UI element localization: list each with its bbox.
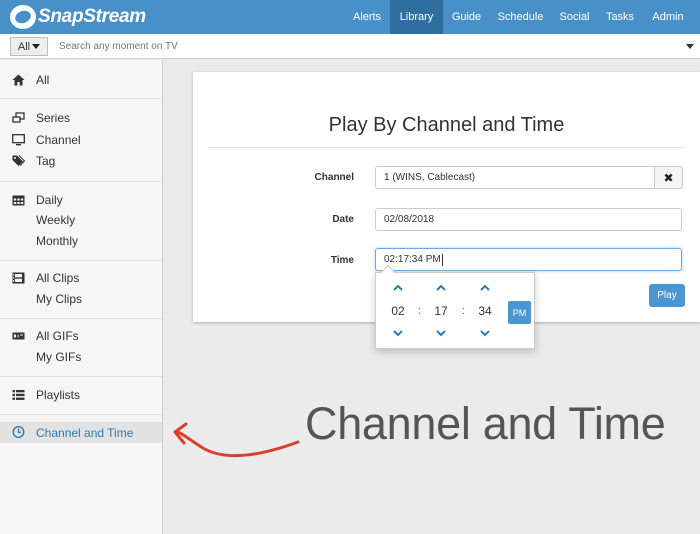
sidebar-item-my-clips[interactable]: My Clips	[0, 289, 162, 308]
hour-value[interactable]: 02	[386, 304, 410, 318]
sidebar-item-channel[interactable]: Channel	[0, 130, 162, 149]
chevron-down-icon	[32, 44, 41, 49]
date-input[interactable]: 02/08/2018	[375, 208, 682, 231]
search-dropdown-caret-icon[interactable]	[686, 44, 694, 49]
top-navbar: SnapStream Alerts Library Guide Schedule…	[0, 0, 700, 34]
nav-alerts[interactable]: Alerts	[346, 0, 388, 34]
sidebar-item-label: All GIFs	[36, 328, 79, 343]
channel-select[interactable]: 1 (WINS, Cablecast)	[375, 166, 655, 189]
sidebar-item-monthly[interactable]: Monthly	[0, 231, 162, 250]
date-label: Date	[332, 214, 354, 225]
sidebar-divider	[0, 376, 162, 377]
gif-icon	[12, 332, 25, 340]
tags-icon	[12, 155, 25, 166]
sidebar-item-weekly[interactable]: Weekly	[0, 210, 162, 229]
hour-down-chevron-icon[interactable]	[392, 328, 404, 338]
second-value[interactable]: 34	[473, 304, 497, 318]
minute-value[interactable]: 17	[429, 304, 453, 318]
logo-mark-icon	[10, 5, 36, 29]
time-input-value: 02:17:34 PM	[384, 254, 441, 265]
sidebar-item-label: Channel	[36, 132, 81, 147]
nav-library[interactable]: Library	[390, 0, 443, 34]
sidebar-item-tag[interactable]: Tag	[0, 151, 162, 170]
film-icon	[12, 272, 25, 284]
sidebar-item-all-gifs[interactable]: All GIFs	[0, 326, 162, 345]
calendar-icon	[12, 195, 25, 206]
list-icon	[12, 390, 25, 400]
nav-social[interactable]: Social	[554, 0, 595, 34]
monitor-icon	[12, 134, 25, 146]
close-icon: ✖	[663, 170, 674, 185]
sidebar-item-label: Weekly	[36, 212, 76, 227]
meridian-toggle-button[interactable]: PM	[508, 301, 531, 324]
sidebar-divider	[0, 414, 162, 415]
nav-guide[interactable]: Guide	[445, 0, 488, 34]
sidebar-divider	[0, 98, 162, 99]
library-sidebar: All Series Channel Tag Daily Weekly Mont…	[0, 60, 163, 534]
logo-text: SnapStream	[38, 6, 146, 27]
second-down-chevron-icon[interactable]	[479, 328, 491, 338]
channel-clear-button[interactable]: ✖	[654, 166, 683, 189]
sidebar-item-daily[interactable]: Daily	[0, 190, 162, 209]
sidebar-item-all-clips[interactable]: All Clips	[0, 268, 162, 287]
play-button[interactable]: Play	[649, 284, 685, 307]
minute-down-chevron-icon[interactable]	[435, 328, 447, 338]
sidebar-item-label: Tag	[36, 153, 56, 168]
sidebar-divider	[0, 181, 162, 182]
annotation-arrow-icon	[173, 422, 300, 458]
sidebar-divider	[0, 318, 162, 319]
sidebar-item-playlists[interactable]: Playlists	[0, 385, 162, 404]
channel-label: Channel	[314, 172, 354, 183]
title-divider	[208, 147, 685, 148]
time-label: Time	[330, 255, 354, 266]
annotation-label: Channel and Time	[305, 398, 666, 449]
sidebar-item-my-gifs[interactable]: My GIFs	[0, 347, 162, 366]
time-input[interactable]: 02:17:34 PM	[375, 248, 682, 271]
search-input[interactable]	[52, 37, 688, 56]
second-up-chevron-icon[interactable]	[479, 283, 491, 293]
sidebar-item-label: Channel and Time	[36, 425, 134, 440]
sidebar-item-label: Series	[36, 110, 71, 125]
sidebar-item-label: All	[36, 72, 50, 87]
sidebar-item-series[interactable]: Series	[0, 108, 162, 127]
nav-schedule[interactable]: Schedule	[492, 0, 549, 34]
text-cursor	[441, 253, 443, 266]
sidebar-item-label: My Clips	[36, 291, 83, 306]
search-scope-label: All	[17, 40, 31, 53]
home-icon	[12, 74, 25, 86]
sidebar-divider	[0, 260, 162, 261]
time-separator: :	[418, 305, 422, 317]
sidebar-item-label: All Clips	[36, 270, 80, 285]
nav-admin[interactable]: Admin	[645, 0, 691, 34]
sidebar-item-label: My GIFs	[36, 349, 82, 364]
snapstream-logo[interactable]: SnapStream	[10, 5, 146, 29]
minute-up-chevron-icon[interactable]	[435, 283, 447, 293]
page-title: Play By Channel and Time	[328, 114, 565, 136]
sidebar-item-all[interactable]: All	[0, 70, 162, 89]
sidebar-item-label: Monthly	[36, 233, 79, 248]
sidebar-item-channel-and-time[interactable]: Channel and Time	[0, 422, 162, 443]
search-scope-dropdown[interactable]: All	[10, 37, 48, 56]
hour-up-chevron-icon[interactable]	[392, 283, 404, 293]
nav-tasks[interactable]: Tasks	[601, 0, 639, 34]
series-icon	[12, 112, 25, 123]
time-picker-popup: 02 : 17 : 34 PM	[375, 264, 535, 349]
sidebar-item-label: Playlists	[36, 387, 81, 402]
time-separator: :	[462, 305, 466, 317]
search-bar: All	[0, 34, 700, 59]
clock-icon	[12, 426, 25, 438]
sidebar-item-label: Daily	[36, 192, 63, 207]
